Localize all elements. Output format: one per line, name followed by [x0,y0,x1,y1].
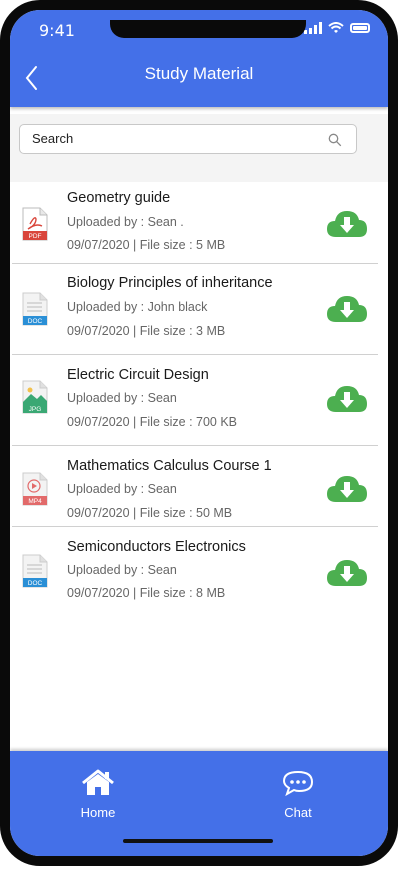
wifi-icon [328,22,344,33]
doc-file-icon: DOC [22,554,48,588]
file-name: Biology Principles of inheritance [67,275,273,291]
download-cloud-icon[interactable] [326,383,368,413]
bottom-nav: Home Chat [10,751,388,856]
svg-text:DOC: DOC [28,318,43,325]
search-icon[interactable] [328,133,342,147]
file-meta: 09/07/2020 | File size : 700 KB [67,415,238,429]
home-icon [82,769,114,795]
file-meta: 09/07/2020 | File size : 3 MB [67,324,226,338]
chat-icon [282,770,314,797]
app-screen: 9:41 Study Material Search PDF Geometry … [10,10,388,856]
file-meta: 09/07/2020 | File size : 8 MB [67,586,226,600]
jpg-file-icon: JPG [22,380,48,414]
nav-home[interactable]: Home [58,769,138,820]
file-row[interactable]: MP4 Mathematics Calculus Course 1 Upload… [12,446,378,527]
notch [110,20,306,38]
svg-text:DOC: DOC [28,580,43,587]
download-cloud-icon[interactable] [326,473,368,503]
uploader-text: Uploaded by : Sean [67,482,177,496]
nav-chat-label: Chat [284,805,312,820]
uploader-text: Uploaded by : Sean [67,563,177,577]
uploader-text: Uploaded by : John black [67,300,208,314]
file-row[interactable]: PDF Geometry guide Uploaded by : Sean . … [12,182,378,264]
status-icons [304,22,370,34]
search-bar [10,114,388,182]
file-row[interactable]: DOC Semiconductors Electronics Uploaded … [12,527,378,617]
download-cloud-icon[interactable] [326,557,368,587]
file-name: Electric Circuit Design [67,367,209,383]
signal-icon [304,22,322,34]
uploader-text: Uploaded by : Sean [67,391,177,405]
uploader-text: Uploaded by : Sean . [67,215,184,229]
mp4-file-icon: MP4 [22,472,48,506]
file-meta: 09/07/2020 | File size : 50 MB [67,506,233,520]
search-input[interactable] [32,131,312,146]
battery-icon [350,23,370,33]
pdf-file-icon: PDF [22,207,48,241]
file-name: Semiconductors Electronics [67,539,246,555]
nav-chat[interactable]: Chat [258,769,338,820]
file-row[interactable]: JPG Electric Circuit Design Uploaded by … [12,355,378,446]
download-cloud-icon[interactable] [326,293,368,323]
file-list: PDF Geometry guide Uploaded by : Sean . … [10,182,388,617]
nav-home-label: Home [80,805,116,820]
svg-text:JPG: JPG [29,406,42,413]
file-meta: 09/07/2020 | File size : 5 MB [67,238,226,252]
file-name: Mathematics Calculus Course 1 [67,458,272,474]
file-name: Geometry guide [67,190,171,206]
phone-frame: 9:41 Study Material Search PDF Geometry … [0,0,398,866]
status-time: 9:41 [39,21,75,40]
home-indicator [123,839,273,843]
doc-file-icon: DOC [22,292,48,326]
search-box[interactable] [19,124,357,154]
svg-text:PDF: PDF [29,233,42,240]
download-cloud-icon[interactable] [326,208,368,238]
file-row[interactable]: DOC Biology Principles of inheritance Up… [12,264,378,355]
svg-text:MP4: MP4 [28,498,42,505]
page-title: Study Material [144,64,254,83]
